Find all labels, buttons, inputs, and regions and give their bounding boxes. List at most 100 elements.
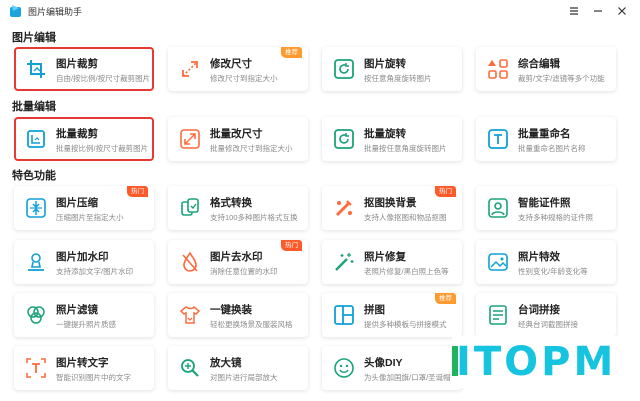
card-batch-rotate[interactable]: 批量旋转 批量按任意角度旋转图片 — [322, 117, 462, 161]
card-desc: 为头像加国旗/口罩/圣诞帽 — [364, 373, 451, 382]
card-photo-effects[interactable]: 照片特效 性别变化/年龄变化等 — [476, 240, 616, 284]
card-magnifier[interactable]: 放大镜 对图片进行局部放大 — [168, 346, 308, 390]
card-desc: 按任意角度旋转图片 — [364, 74, 432, 83]
card-desc: 支持100多种图片格式互换 — [210, 213, 298, 222]
minimize-icon[interactable] — [590, 3, 606, 19]
card-title: 图片转文字 — [56, 357, 109, 369]
hot-badge: 热门 — [281, 240, 302, 251]
card-desc: 支持多种规格的证件照 — [518, 213, 593, 222]
card-title: 照片特效 — [518, 251, 560, 263]
card-image-to-text[interactable]: 图片转文字 智能识别图片中的文字 — [14, 346, 154, 390]
card-title: 综合编辑 — [518, 58, 560, 70]
section-title-image-edit: 图片编辑 — [12, 32, 56, 44]
recommend-badge: 推荐 — [435, 293, 456, 304]
section-title-features: 特色功能 — [12, 170, 56, 182]
card-desc: 智能识别图片中的文字 — [56, 373, 131, 382]
close-icon[interactable] — [614, 3, 630, 19]
ocr-icon — [25, 357, 47, 379]
card-desc: 裁剪/文字/滤镜等多个功能 — [518, 74, 605, 83]
card-title: 拼图 — [364, 304, 385, 316]
watermark-overlay: ITOPM — [452, 336, 640, 388]
card-collage[interactable]: 拼图 提供多种模板与拼接模式 推荐 — [322, 293, 462, 337]
card-title: 抠图换背景 — [364, 197, 417, 209]
add-watermark-icon — [25, 251, 47, 273]
card-title: 图片旋转 — [364, 58, 406, 70]
recommend-badge: 推荐 — [281, 47, 302, 58]
card-title: 图片去水印 — [210, 251, 263, 263]
batch-resize-icon — [179, 128, 201, 150]
card-batch-crop[interactable]: 批量裁剪 批量按比例/按尺寸裁剪图片 — [14, 117, 154, 161]
watermark-text: ITOPM — [456, 339, 617, 385]
title-bar: 图片编辑助手 — [0, 0, 640, 24]
card-title: 图片裁剪 — [56, 58, 98, 70]
card-desc: 支持人像抠图和物品抠图 — [364, 213, 447, 222]
card-desc: 批量重命名图片名称 — [518, 144, 586, 153]
avatar-icon — [333, 357, 355, 379]
card-smart-id-photo[interactable]: 智能证件照 支持多种规格的证件照 — [476, 186, 616, 230]
section-title-batch-edit: 批量编辑 — [12, 101, 56, 113]
card-title: 头像DIY — [364, 357, 403, 369]
card-cutout-background[interactable]: 抠图换背景 支持人像抠图和物品抠图 热门 — [322, 186, 462, 230]
batch-crop-icon — [25, 128, 47, 150]
card-title: 放大镜 — [210, 357, 242, 369]
card-title: 照片滤镜 — [56, 304, 98, 316]
rename-icon — [487, 128, 509, 150]
card-batch-resize[interactable]: 批量改尺寸 批量修改尺寸到指定大小 — [168, 117, 308, 161]
card-desc: 一键提升照片质感 — [56, 320, 116, 329]
effects-icon — [487, 251, 509, 273]
rotate-icon — [333, 58, 355, 80]
card-desc: 修改尺寸到指定大小 — [210, 74, 278, 83]
card-title: 批量旋转 — [364, 128, 406, 140]
card-image-rotate[interactable]: 图片旋转 按任意角度旋转图片 — [322, 47, 462, 91]
cutout-icon — [333, 197, 355, 219]
card-desc: 支持添加文字/图片水印 — [56, 267, 134, 276]
card-title: 智能证件照 — [518, 197, 571, 209]
card-desc: 批量按任意角度旋转图片 — [364, 144, 447, 153]
card-title: 图片加水印 — [56, 251, 109, 263]
card-title: 一键换装 — [210, 304, 252, 316]
card-photo-repair[interactable]: 照片修复 老照片修复/黑白照上色等 — [322, 240, 462, 284]
format-convert-icon — [179, 197, 201, 219]
app-title: 图片编辑助手 — [28, 7, 83, 17]
card-desc: 轻松更换场景及服装风格 — [210, 320, 293, 329]
hot-badge: 热门 — [127, 186, 148, 197]
card-title: 批量改尺寸 — [210, 128, 263, 140]
card-image-crop[interactable]: 图片裁剪 自由/按比例/按尺寸裁剪图片 — [14, 47, 154, 91]
card-outfit-change[interactable]: 一键换装 轻松更换场景及服装风格 — [168, 293, 308, 337]
card-title: 照片修复 — [364, 251, 406, 263]
crop-icon — [25, 58, 47, 80]
menu-icon[interactable] — [566, 3, 582, 19]
card-desc: 压缩图片至指定大小 — [56, 213, 124, 222]
card-title: 台词拼接 — [518, 304, 560, 316]
card-resize[interactable]: 修改尺寸 修改尺寸到指定大小 推荐 — [168, 47, 308, 91]
hot-badge: 热门 — [435, 186, 456, 197]
card-desc: 自由/按比例/按尺寸裁剪图片 — [56, 74, 151, 83]
card-desc: 消除任意位置的水印 — [210, 267, 278, 276]
card-remove-watermark[interactable]: 图片去水印 消除任意位置的水印 热门 — [168, 240, 308, 284]
card-add-watermark[interactable]: 图片加水印 支持添加文字/图片水印 — [14, 240, 154, 284]
card-desc: 经典台词截图拼接 — [518, 320, 578, 329]
magic-wand-icon — [333, 251, 355, 273]
card-comprehensive-edit[interactable]: 综合编辑 裁剪/文字/滤镜等多个功能 — [476, 47, 616, 91]
card-image-compress[interactable]: 图片压缩 压缩图片至指定大小 热门 — [14, 186, 154, 230]
card-desc: 批量修改尺寸到指定大小 — [210, 144, 293, 153]
compress-icon — [25, 197, 47, 219]
card-photo-filter[interactable]: 照片滤镜 一键提升照片质感 — [14, 293, 154, 337]
card-desc: 对图片进行局部放大 — [210, 373, 278, 382]
card-subtitle-stitch[interactable]: 台词拼接 经典台词截图拼接 — [476, 293, 616, 337]
app-logo-icon — [9, 4, 23, 18]
card-format-convert[interactable]: 格式转换 支持100多种图片格式互换 — [168, 186, 308, 230]
shapes-icon — [487, 58, 509, 80]
magnifier-icon — [179, 357, 201, 379]
id-photo-icon — [487, 197, 509, 219]
resize-arrows-icon — [179, 58, 201, 80]
card-avatar-diy[interactable]: 头像DIY 为头像加国旗/口罩/圣诞帽 — [322, 346, 462, 390]
card-title: 批量裁剪 — [56, 128, 98, 140]
card-desc: 提供多种模板与拼接模式 — [364, 320, 447, 329]
card-desc: 老照片修复/黑白照上色等 — [364, 267, 449, 276]
card-batch-rename[interactable]: 批量重命名 批量重命名图片名称 — [476, 117, 616, 161]
collage-icon — [333, 304, 355, 326]
card-title: 批量重命名 — [518, 128, 571, 140]
card-title: 修改尺寸 — [210, 58, 252, 70]
batch-rotate-icon — [333, 128, 355, 150]
